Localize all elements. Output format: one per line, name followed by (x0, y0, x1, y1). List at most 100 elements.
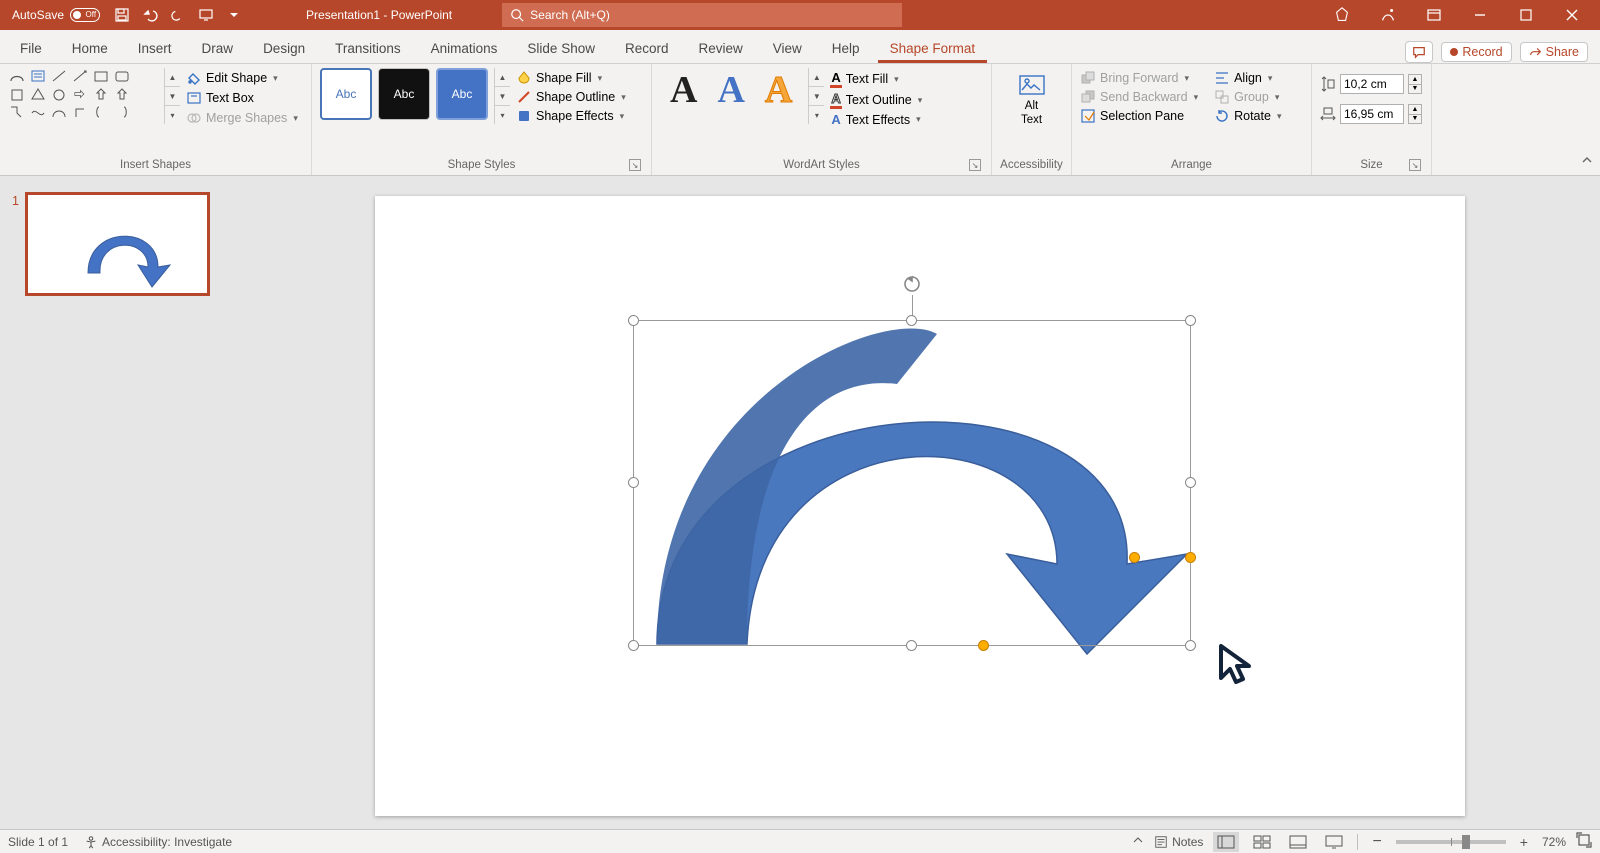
height-input[interactable] (1340, 74, 1404, 94)
zoom-in-button[interactable]: + (1516, 834, 1532, 850)
handle-ne[interactable] (1185, 315, 1196, 326)
autosave-toggle[interactable]: AutoSave Off (6, 6, 106, 24)
shape-height-field[interactable]: ▲▼ (1320, 74, 1422, 94)
style-gallery-scroll[interactable]: ▲▼▾ (494, 68, 510, 124)
redo-button[interactable] (166, 3, 190, 27)
tab-design[interactable]: Design (251, 35, 317, 63)
handle-s[interactable] (906, 640, 917, 651)
size-launcher[interactable]: ↘ (1409, 159, 1421, 171)
zoom-level[interactable]: 72% (1542, 835, 1566, 849)
zoom-out-button[interactable]: − (1368, 833, 1385, 851)
save-button[interactable] (110, 3, 134, 27)
handle-se[interactable] (1185, 640, 1196, 651)
premium-icon[interactable] (1320, 0, 1364, 30)
document-title: Presentation1 - PowerPoint (306, 8, 452, 22)
search-box[interactable]: Search (Alt+Q) (502, 3, 902, 27)
selection-pane-button[interactable]: Selection Pane (1080, 108, 1198, 124)
text-outline-button[interactable]: AText Outline (830, 91, 922, 109)
width-spinner[interactable]: ▲▼ (1408, 104, 1422, 124)
thumb-arrow-icon (28, 195, 213, 299)
record-button[interactable]: Record (1441, 42, 1511, 62)
qat-customize[interactable] (222, 3, 246, 27)
handle-n[interactable] (906, 315, 917, 326)
tab-animations[interactable]: Animations (419, 35, 510, 63)
style-preset-2[interactable]: Abc (378, 68, 430, 120)
text-box-button[interactable]: Text Box (186, 90, 298, 106)
text-fill-button[interactable]: AText Fill (830, 70, 922, 88)
accessibility-status[interactable]: Accessibility: Investigate (84, 835, 232, 849)
height-spinner[interactable]: ▲▼ (1408, 74, 1422, 94)
tab-view[interactable]: View (761, 35, 814, 63)
comments-button[interactable] (1405, 41, 1433, 63)
notes-button[interactable]: Notes (1154, 835, 1203, 849)
wordart-launcher[interactable]: ↘ (969, 159, 981, 171)
tab-help[interactable]: Help (820, 35, 872, 63)
slideshow-view-button[interactable] (1321, 832, 1347, 852)
wordart-preset-3[interactable]: A (765, 68, 792, 112)
style-preset-3[interactable]: Abc (436, 68, 488, 120)
rotation-handle[interactable] (901, 273, 923, 295)
tab-transitions[interactable]: Transitions (323, 35, 413, 63)
title-bar: AutoSave Off Presentation1 - PowerPoint … (0, 0, 1600, 30)
shape-width-field[interactable]: ▲▼ (1320, 104, 1422, 124)
wordart-gallery-scroll[interactable]: ▲▼▾ (808, 68, 824, 124)
alt-text-button[interactable]: Alt Text (1002, 68, 1062, 126)
slide[interactable] (375, 196, 1465, 816)
align-button[interactable]: Align (1214, 70, 1281, 86)
sorter-view-button[interactable] (1249, 832, 1275, 852)
tab-home[interactable]: Home (60, 35, 120, 63)
share-icon (1529, 46, 1542, 59)
text-effects-button[interactable]: AText Effects (830, 112, 922, 127)
shape-effects-button[interactable]: Shape Effects (516, 108, 626, 124)
shape-styles-launcher[interactable]: ↘ (629, 159, 641, 171)
tab-draw[interactable]: Draw (190, 35, 246, 63)
share-button[interactable]: Share (1520, 42, 1588, 62)
normal-view-button[interactable] (1213, 832, 1239, 852)
shape-fill-button[interactable]: Shape Fill (516, 70, 626, 86)
rotate-button[interactable]: Rotate (1214, 108, 1281, 124)
notes-up-button[interactable] (1132, 834, 1144, 849)
slide-thumbnail-1[interactable] (25, 192, 210, 296)
shapes-gallery[interactable] (8, 68, 158, 122)
tab-file[interactable]: File (8, 35, 54, 63)
ribbon: ▲▼▾ Edit Shape Text Box Merge Shapes Ins… (0, 64, 1600, 176)
wordart-gallery[interactable]: A A A (660, 68, 802, 112)
handle-nw[interactable] (628, 315, 639, 326)
fit-to-window-button[interactable] (1576, 832, 1592, 851)
handle-e[interactable] (1185, 477, 1196, 488)
handle-w[interactable] (628, 477, 639, 488)
wordart-preset-2[interactable]: A (717, 68, 744, 112)
width-input[interactable] (1340, 104, 1404, 124)
zoom-slider[interactable] (1396, 840, 1506, 844)
tab-slide-show[interactable]: Slide Show (515, 35, 607, 63)
autosave-label: AutoSave (12, 8, 64, 22)
style-preset-1[interactable]: Abc (320, 68, 372, 120)
adjust-handle-1[interactable] (1129, 552, 1140, 563)
width-icon (1320, 106, 1336, 122)
edit-shape-button[interactable]: Edit Shape (186, 70, 298, 86)
shape-outline-button[interactable]: Shape Outline (516, 89, 626, 105)
tab-review[interactable]: Review (687, 35, 755, 63)
close-button[interactable] (1550, 0, 1594, 30)
slide-canvas-area[interactable] (240, 176, 1600, 829)
record-dot-icon (1450, 48, 1458, 56)
tab-shape-format[interactable]: Shape Format (878, 35, 988, 63)
handle-sw[interactable] (628, 640, 639, 651)
tab-insert[interactable]: Insert (126, 35, 184, 63)
coming-soon-icon[interactable] (1366, 0, 1410, 30)
adjust-handle-2[interactable] (1185, 552, 1196, 563)
reading-view-button[interactable] (1285, 832, 1311, 852)
selection-box[interactable] (633, 320, 1191, 646)
collapse-ribbon-button[interactable] (1580, 154, 1594, 171)
tab-record[interactable]: Record (613, 35, 681, 63)
wordart-preset-1[interactable]: A (670, 68, 697, 112)
ribbon-display-button[interactable] (1412, 0, 1456, 30)
maximize-button[interactable] (1504, 0, 1548, 30)
shape-style-gallery[interactable]: Abc Abc Abc (320, 68, 488, 120)
slide-thumbnail-pane[interactable]: 1 (0, 176, 240, 829)
bring-forward-button: Bring Forward (1080, 70, 1198, 86)
shapes-gallery-scroll[interactable]: ▲▼▾ (164, 68, 180, 124)
minimize-button[interactable] (1458, 0, 1502, 30)
from-beginning-button[interactable] (194, 3, 218, 27)
undo-button[interactable] (138, 3, 162, 27)
